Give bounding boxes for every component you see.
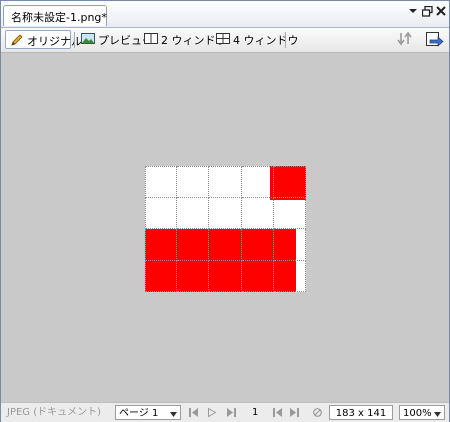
- tab-original[interactable]: オリジナル: [5, 30, 82, 49]
- first-frame-icon: [189, 408, 198, 417]
- restore-icon: [421, 5, 433, 17]
- image-red-region-bottom: [145, 229, 296, 292]
- image-dimensions: 183 x 141: [329, 405, 393, 420]
- separator: [74, 32, 75, 48]
- chevron-down-icon: [409, 9, 417, 13]
- stop-icon: [313, 408, 322, 417]
- next-frame-icon: [290, 408, 299, 417]
- document-window: 名称未設定-1.png* オリジナル プレビュー 2 ウィンドウ 4 ウィンドウ…: [0, 0, 450, 422]
- prev-frame-icon: [273, 408, 282, 417]
- guide-cell: [145, 197, 178, 229]
- guide-cell: [177, 197, 210, 229]
- restore-button[interactable]: [420, 5, 434, 20]
- page-select-value: ページ 1: [119, 408, 159, 419]
- image-red-region-top: [270, 166, 306, 200]
- play-button[interactable]: [208, 405, 217, 420]
- image-icon: [81, 32, 95, 45]
- view-toolbar: オリジナル プレビュー 2 ウィンドウ 4 ウィンドウ: [1, 28, 449, 53]
- tab-4-window[interactable]: 4 ウィンドウ: [212, 30, 303, 49]
- zoom-value: 100%: [403, 408, 432, 419]
- chevron-down-icon: [170, 412, 177, 417]
- stop-button[interactable]: [313, 405, 322, 420]
- document-image[interactable]: [145, 166, 306, 292]
- separator: [285, 32, 286, 48]
- last-frame-icon: [227, 408, 236, 417]
- guide-cell: [145, 166, 178, 198]
- file-format-label: JPEG (ドキュメント): [7, 407, 102, 418]
- first-frame-button[interactable]: [189, 405, 198, 420]
- guide-cell: [273, 197, 306, 229]
- next-frame-button[interactable]: [290, 405, 299, 420]
- last-frame-button[interactable]: [227, 405, 236, 420]
- canvas-area[interactable]: [1, 53, 449, 402]
- guide-cell: [177, 166, 210, 198]
- close-icon: [436, 6, 446, 16]
- status-bar: JPEG (ドキュメント) ページ 1 1 183 x 141 100%: [1, 402, 449, 422]
- zoom-select[interactable]: 100%: [399, 405, 445, 420]
- chevron-down-icon: [434, 412, 441, 417]
- export-icon: [426, 32, 444, 47]
- window-menu-button[interactable]: [406, 6, 420, 20]
- document-tab-title: 名称未設定-1.png*: [11, 11, 107, 24]
- close-button[interactable]: [434, 6, 448, 20]
- split-2-icon: [144, 32, 158, 45]
- frame-number: 1: [252, 407, 259, 418]
- guide-cell: [241, 197, 274, 229]
- pencil-icon: [10, 33, 24, 46]
- document-tab[interactable]: 名称未設定-1.png*: [3, 5, 107, 26]
- tab-strip: 名称未設定-1.png*: [1, 1, 449, 28]
- page-select[interactable]: ページ 1: [115, 405, 181, 420]
- tab-4-window-label: 4 ウィンドウ: [233, 34, 299, 47]
- guide-cell: [209, 166, 242, 198]
- sort-button[interactable]: [393, 30, 415, 49]
- play-icon: [208, 407, 217, 418]
- guide-cell: [241, 166, 274, 198]
- split-4-icon: [216, 32, 230, 45]
- sort-arrows-icon: [397, 31, 412, 46]
- prev-frame-button[interactable]: [273, 405, 282, 420]
- export-button[interactable]: [422, 30, 444, 49]
- guide-cell: [209, 197, 242, 229]
